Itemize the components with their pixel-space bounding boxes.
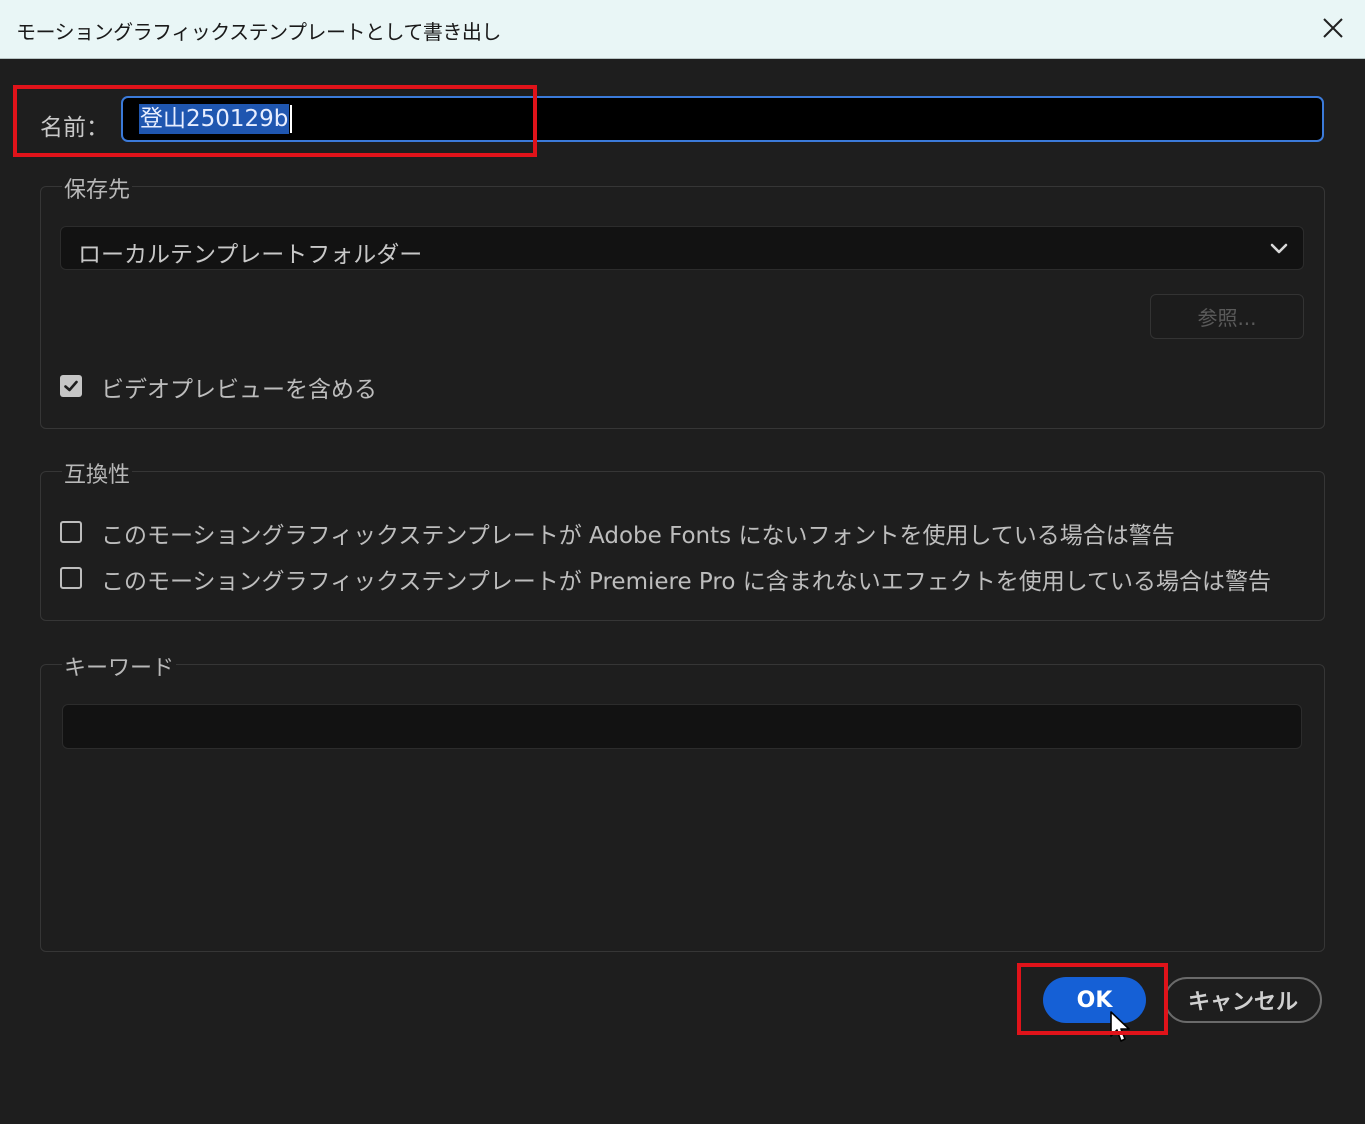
cancel-button[interactable]: キャンセル bbox=[1164, 977, 1322, 1023]
browse-button[interactable]: 参照... bbox=[1150, 294, 1304, 339]
include-video-preview-checkbox[interactable] bbox=[60, 375, 82, 397]
compatibility-label: 互換性 bbox=[62, 457, 133, 489]
save-location-label: 保存先 bbox=[62, 172, 133, 204]
keywords-input[interactable] bbox=[62, 704, 1302, 749]
name-input[interactable]: 登山250129b bbox=[121, 96, 1324, 142]
close-icon bbox=[1323, 18, 1343, 38]
keywords-label: キーワード bbox=[62, 650, 177, 682]
save-location-dropdown[interactable]: ローカルテンプレートフォルダー bbox=[60, 226, 1304, 270]
premiere-effects-warning-label[interactable]: このモーショングラフィックステンプレートが Premiere Pro に含まれな… bbox=[101, 562, 1271, 596]
adobe-fonts-warning-label[interactable]: このモーショングラフィックステンプレートが Adobe Fonts にないフォン… bbox=[101, 516, 1175, 550]
checkmark-icon bbox=[64, 380, 78, 392]
title-bar: モーショングラフィックステンプレートとして書き出し bbox=[0, 0, 1365, 59]
close-button[interactable] bbox=[1315, 10, 1351, 46]
dialog-title: モーショングラフィックステンプレートとして書き出し bbox=[16, 20, 501, 44]
save-location-selected: ローカルテンプレートフォルダー bbox=[78, 242, 423, 268]
include-video-preview-label[interactable]: ビデオプレビューを含める bbox=[101, 370, 377, 404]
name-value-selected: 登山250129b bbox=[139, 104, 290, 134]
premiere-effects-warning-checkbox[interactable] bbox=[60, 567, 82, 589]
name-label: 名前： bbox=[40, 115, 109, 141]
mouse-pointer-icon bbox=[1110, 1011, 1130, 1042]
text-caret bbox=[290, 105, 293, 133]
adobe-fonts-warning-checkbox[interactable] bbox=[60, 521, 82, 543]
chevron-down-icon bbox=[1270, 243, 1288, 254]
